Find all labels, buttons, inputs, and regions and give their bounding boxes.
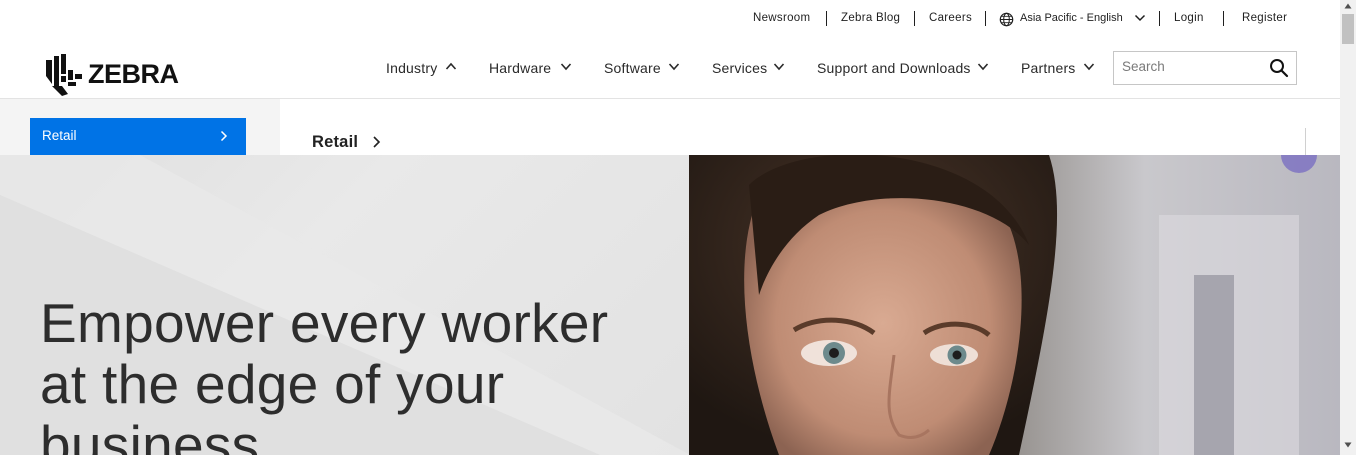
hero-image bbox=[689, 155, 1340, 455]
chevron-up-icon bbox=[445, 62, 457, 70]
hero-banner: Empower every worker at the edge of your… bbox=[0, 155, 1340, 455]
hero-text-panel: Empower every worker at the edge of your… bbox=[0, 155, 690, 455]
utility-nav: Newsroom Zebra Blog Careers Asia Pacific… bbox=[0, 0, 1340, 38]
nav-partners[interactable]: Partners bbox=[1021, 60, 1076, 76]
zebra-logo[interactable]: ZEBRA bbox=[44, 52, 184, 96]
globe-icon[interactable] bbox=[999, 12, 1014, 27]
divider bbox=[1159, 11, 1160, 26]
scroll-down-arrow-icon[interactable] bbox=[1344, 442, 1352, 448]
search-icon[interactable] bbox=[1269, 58, 1289, 78]
nav-hardware[interactable]: Hardware bbox=[489, 60, 551, 76]
divider bbox=[826, 11, 827, 26]
zebra-blog-link[interactable]: Zebra Blog bbox=[841, 12, 900, 24]
register-link[interactable]: Register bbox=[1242, 12, 1287, 24]
nav-support-and-downloads[interactable]: Support and Downloads bbox=[817, 60, 971, 76]
mega-menu-heading[interactable]: Retail bbox=[312, 133, 358, 152]
chevron-right-icon bbox=[373, 136, 381, 148]
vertical-scrollbar[interactable] bbox=[1340, 0, 1356, 455]
chevron-down-icon bbox=[560, 63, 572, 71]
brand-name: ZEBRA bbox=[88, 59, 179, 89]
hero-title: Empower every worker at the edge of your… bbox=[40, 292, 609, 455]
chevron-down-icon bbox=[977, 63, 989, 71]
chevron-right-icon bbox=[220, 130, 228, 142]
mega-menu-item-label: Retail bbox=[42, 128, 77, 143]
region-selector[interactable]: Asia Pacific - English bbox=[1020, 12, 1123, 24]
divider bbox=[1305, 128, 1306, 155]
newsroom-link[interactable]: Newsroom bbox=[753, 12, 810, 24]
chevron-down-icon bbox=[773, 63, 785, 71]
search-box bbox=[1113, 51, 1297, 85]
nav-services[interactable]: Services bbox=[712, 60, 767, 76]
nav-industry[interactable]: Industry bbox=[386, 60, 437, 76]
nav-software[interactable]: Software bbox=[604, 60, 661, 76]
careers-link[interactable]: Careers bbox=[929, 12, 972, 24]
zebra-head-icon bbox=[46, 54, 82, 96]
divider bbox=[914, 11, 915, 26]
chevron-down-icon bbox=[1134, 14, 1146, 22]
scroll-up-arrow-icon[interactable] bbox=[1344, 3, 1352, 9]
login-link[interactable]: Login bbox=[1174, 12, 1204, 24]
scrollbar-thumb[interactable] bbox=[1342, 14, 1354, 44]
search-input[interactable] bbox=[1122, 59, 1252, 74]
chevron-down-icon bbox=[668, 63, 680, 71]
chevron-down-icon bbox=[1083, 63, 1095, 71]
mega-menu-item-retail[interactable]: Retail bbox=[30, 118, 246, 155]
divider bbox=[1223, 11, 1224, 26]
divider bbox=[985, 11, 986, 26]
